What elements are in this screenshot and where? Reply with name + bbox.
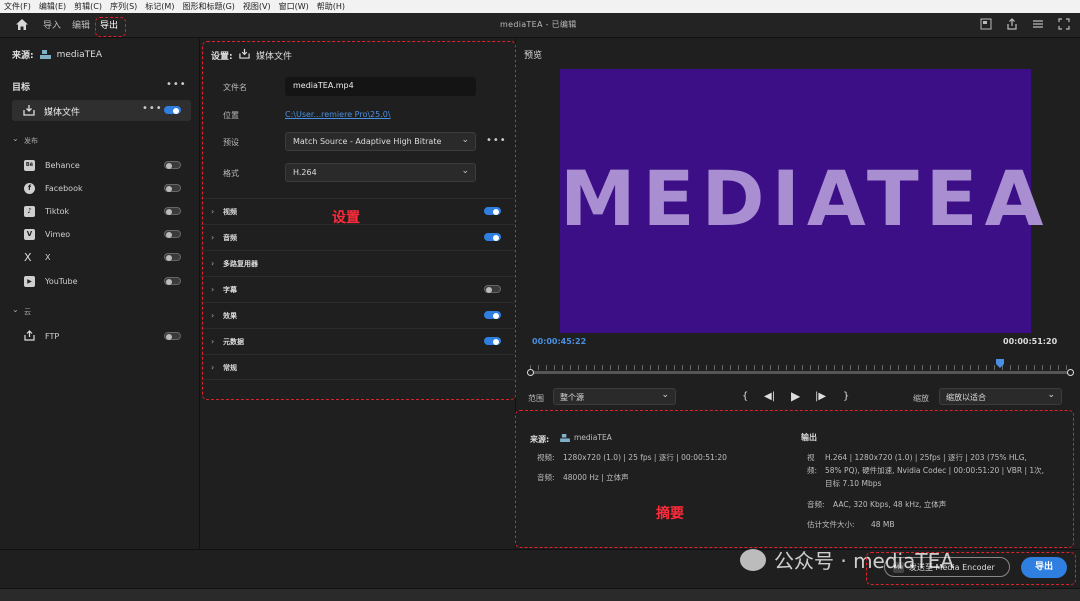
target-more-icon[interactable]: ••• (166, 79, 187, 90)
zoom-value: 缩放以适合 (946, 393, 986, 402)
publish-item-label: Facebook (45, 184, 83, 193)
in-point-handle[interactable] (527, 369, 534, 376)
cloud-group-label: 云 (24, 308, 31, 316)
publish-item-label: Behance (45, 161, 80, 170)
play-icon[interactable]: ▶ (791, 389, 800, 403)
chevron-down-icon: ⌄ (1047, 390, 1055, 400)
preview-frame-text: MEDIATEA (560, 154, 1051, 243)
menu-bar: 文件(F) 编辑(E) 剪辑(C) 序列(S) 标记(M) 图形和标题(G) 视… (0, 0, 1080, 13)
menu-edit[interactable]: 编辑(E) (39, 1, 66, 12)
range-label: 范围 (528, 394, 544, 403)
facebook-icon: f (24, 183, 35, 194)
ftp-upload-icon (24, 330, 35, 341)
annotation-summary-label: 摘要 (656, 506, 684, 522)
menu-graphics[interactable]: 图形和标题(G) (182, 1, 234, 12)
tab-edit[interactable]: 编辑 (72, 18, 90, 31)
wechat-icon (740, 548, 766, 571)
menu-view[interactable]: 视图(V) (243, 1, 271, 12)
menu-marker[interactable]: 标记(M) (145, 1, 174, 12)
step-back-icon[interactable]: ◀| (764, 391, 775, 402)
timecode-end: 00:00:51:20 (1003, 337, 1058, 346)
range-value: 整个源 (560, 393, 584, 402)
timeline-ruler (530, 365, 1070, 370)
menu-clip[interactable]: 剪辑(C) (74, 1, 102, 12)
vimeo-toggle[interactable] (164, 230, 181, 238)
annotation-box-summary (515, 410, 1074, 548)
timecode-current[interactable]: 00:00:45:22 (532, 337, 586, 346)
cloud-collapse-icon[interactable]: ⌄ (12, 305, 19, 314)
project-title: mediaTEA - 已编辑 (500, 20, 577, 29)
publish-item-label: YouTube (45, 277, 78, 286)
scrub-bar[interactable] (530, 371, 1070, 374)
media-file-more-icon[interactable]: ••• (142, 103, 163, 114)
source-label: 来源: (12, 51, 34, 61)
zoom-select[interactable]: 缩放以适合 ⌄ (939, 388, 1062, 405)
step-forward-icon[interactable]: |▶ (815, 391, 826, 402)
menu-file[interactable]: 文件(F) (4, 1, 31, 12)
source-row: 来源: mediaTEA (12, 48, 102, 62)
tiktok-toggle[interactable] (164, 207, 181, 215)
top-header: 导入 编辑 导出 mediaTEA - 已编辑 (0, 13, 1080, 38)
playhead-icon[interactable] (995, 359, 1004, 369)
publish-item-label: X (45, 253, 51, 262)
mark-in-icon[interactable]: { (742, 391, 748, 402)
range-select[interactable]: 整个源 ⌄ (553, 388, 676, 405)
destination-panel: 来源: mediaTEA 目标 ••• 媒体文件 ••• ⌄ 发布 Bē Beh… (0, 39, 200, 549)
x-icon: X (24, 251, 32, 264)
media-file-icon (23, 105, 35, 116)
vimeo-icon: V (24, 229, 35, 240)
tab-import[interactable]: 导入 (43, 18, 61, 31)
cloud-item-label: FTP (45, 332, 60, 341)
media-file-toggle[interactable] (164, 106, 181, 114)
menu-help[interactable]: 帮助(H) (317, 1, 345, 12)
annotation-box-export-tab (95, 17, 126, 37)
preview-label: 预览 (524, 51, 543, 61)
annotation-box-export (866, 552, 1076, 585)
home-icon[interactable] (15, 18, 29, 31)
menu-sequence[interactable]: 序列(S) (110, 1, 137, 12)
target-title: 目标 (12, 83, 31, 93)
tiktok-icon: ♪ (24, 206, 35, 217)
youtube-icon: ▶ (24, 276, 35, 287)
chevron-down-icon: ⌄ (661, 390, 669, 400)
annotation-settings-label: 设置 (332, 210, 360, 226)
mark-out-icon[interactable]: } (843, 391, 849, 402)
status-strip (0, 588, 1080, 601)
youtube-toggle[interactable] (164, 277, 181, 285)
quick-export-icon[interactable] (980, 18, 992, 30)
publish-item-label: Vimeo (45, 230, 71, 239)
behance-icon: Bē (24, 160, 35, 171)
media-file-label: 媒体文件 (44, 108, 81, 118)
share-icon[interactable] (1006, 18, 1018, 30)
source-name: mediaTEA (56, 49, 102, 60)
publish-item-label: Tiktok (45, 207, 70, 216)
facebook-toggle[interactable] (164, 184, 181, 192)
target-media-file[interactable]: 媒体文件 ••• (12, 100, 191, 121)
sequence-icon (39, 50, 51, 59)
ftp-toggle[interactable] (164, 332, 181, 340)
publish-collapse-icon[interactable]: ⌄ (12, 134, 19, 143)
publish-group-label: 发布 (24, 137, 38, 145)
out-point-handle[interactable] (1067, 369, 1074, 376)
menu-window[interactable]: 窗口(W) (279, 1, 309, 12)
x-toggle[interactable] (164, 253, 181, 261)
behance-toggle[interactable] (164, 161, 181, 169)
fullscreen-icon[interactable] (1058, 18, 1070, 30)
workspace-icon[interactable] (1032, 18, 1044, 30)
preview-frame: MEDIATEA (560, 69, 1051, 333)
zoom-label: 缩放 (913, 394, 929, 403)
